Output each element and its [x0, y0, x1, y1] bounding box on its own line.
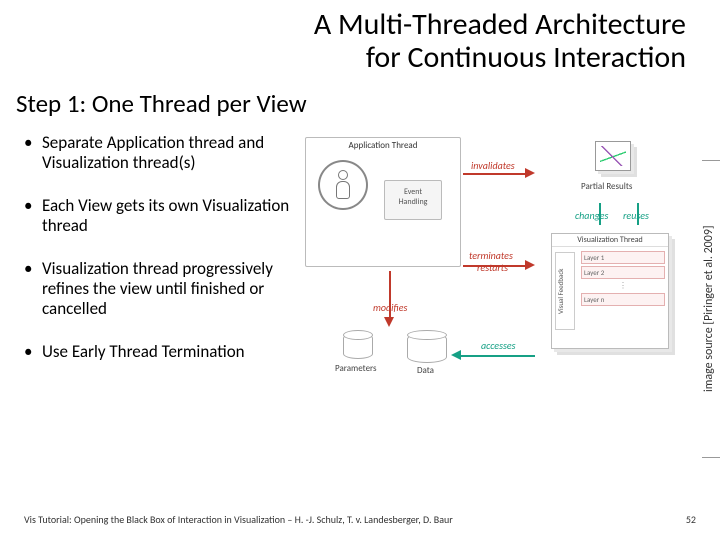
- layer-label: Layer 1: [581, 251, 665, 264]
- arrow-head-icon: [451, 350, 461, 360]
- vis-thread-box: Visualization Thread Visual Feedback Lay…: [551, 233, 669, 349]
- bullet-item: Each View gets its own Visualization thr…: [20, 196, 295, 237]
- accesses-label: accesses: [481, 339, 516, 352]
- ellipsis-icon: ⋮: [578, 281, 668, 291]
- footer-citation: Vis Tutorial: Opening the Black Box of I…: [24, 513, 453, 526]
- title-line-1: A Multi-Threaded Architecture: [314, 6, 686, 43]
- page-number: 52: [686, 513, 696, 526]
- changes-label: changes: [575, 209, 608, 222]
- parameters-label: Parameters: [335, 363, 377, 374]
- invalidates-label: invalidates: [471, 159, 515, 172]
- architecture-diagram: Application Thread Event Handling invali…: [299, 133, 681, 433]
- arrow-head-icon: [384, 317, 394, 327]
- layer-label: Layer n: [581, 293, 665, 306]
- restarts-label: restarts: [477, 261, 508, 274]
- cylinder-icon: [407, 333, 447, 363]
- arrow-line: [637, 203, 639, 225]
- bullet-item: Separate Application thread and Visualiz…: [20, 133, 295, 174]
- partial-results-label: Partial Results: [581, 181, 632, 192]
- layer-label: Layer 2: [581, 266, 665, 279]
- bullet-list: Separate Application thread and Visualiz…: [20, 133, 295, 433]
- bullet-item: Visualization thread progressively refin…: [20, 259, 295, 320]
- slide-title: A Multi-Threaded Architecture for Contin…: [0, 0, 720, 74]
- person-icon: [334, 170, 352, 204]
- event-handling-box: Event Handling: [384, 180, 442, 220]
- data-label: Data: [417, 365, 434, 376]
- slide-subtitle: Step 1: One Thread per View: [0, 74, 720, 125]
- title-line-2: for Continuous Interaction: [366, 39, 686, 76]
- cylinder-icon: [343, 333, 373, 359]
- arrow-line: [455, 355, 535, 357]
- arrow-line: [389, 271, 391, 319]
- arrow-head-icon: [525, 260, 535, 270]
- reuses-label: reuses: [623, 209, 649, 222]
- arrow-line: [463, 265, 525, 267]
- app-thread-label: Application Thread: [306, 138, 460, 153]
- arrow-head-icon: [525, 168, 535, 178]
- bullet-item: Use Early Thread Termination: [20, 342, 295, 362]
- vis-thread-label: Visualization Thread: [552, 234, 668, 247]
- image-credit: image source [Piringer et al. 2009]: [702, 160, 720, 458]
- footer: Vis Tutorial: Opening the Black Box of I…: [24, 513, 696, 526]
- arrow-line: [599, 203, 601, 225]
- content-row: Separate Application thread and Visualiz…: [0, 125, 720, 433]
- partial-results-icon: [595, 141, 631, 171]
- app-thread-box: Application Thread Event Handling: [305, 137, 461, 267]
- visual-feedback-label: Visual Feedback: [555, 252, 575, 330]
- arrow-line: [463, 173, 525, 175]
